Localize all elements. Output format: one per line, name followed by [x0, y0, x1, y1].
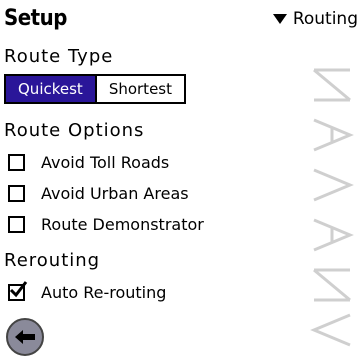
- rerouting-heading: Rerouting: [4, 250, 101, 271]
- page-title: Setup: [4, 6, 67, 31]
- back-button[interactable]: [6, 318, 44, 356]
- shortest-button[interactable]: Shortest: [94, 76, 184, 102]
- route-type-heading: Route Type: [4, 46, 114, 67]
- triangle-down-icon: [272, 14, 287, 24]
- left-arrow-icon: [15, 330, 35, 344]
- checkbox-label: Route Demonstrator: [41, 215, 204, 234]
- checkbox-icon: [8, 185, 25, 202]
- avoid-urban-areas-checkbox[interactable]: Avoid Urban Areas: [8, 184, 189, 203]
- checkbox-icon: [8, 216, 25, 233]
- checkbox-checked-icon: [8, 281, 28, 301]
- route-type-segmented-control: Quickest Shortest: [4, 74, 186, 104]
- watermark-logo: [310, 68, 354, 347]
- checkbox-icon: [8, 154, 25, 171]
- quickest-button[interactable]: Quickest: [6, 76, 95, 102]
- checkbox-label: Avoid Toll Roads: [41, 153, 170, 172]
- checkbox-label: Auto Re-routing: [41, 283, 167, 302]
- category-label: Routing: [292, 9, 358, 29]
- avoid-toll-roads-checkbox[interactable]: Avoid Toll Roads: [8, 153, 169, 172]
- auto-rerouting-checkbox[interactable]: Auto Re-routing: [8, 281, 167, 302]
- route-demonstrator-checkbox[interactable]: Route Demonstrator: [8, 215, 204, 234]
- checkbox-label: Avoid Urban Areas: [41, 184, 189, 203]
- route-options-heading: Route Options: [4, 120, 145, 141]
- category-dropdown[interactable]: Routing: [272, 9, 358, 29]
